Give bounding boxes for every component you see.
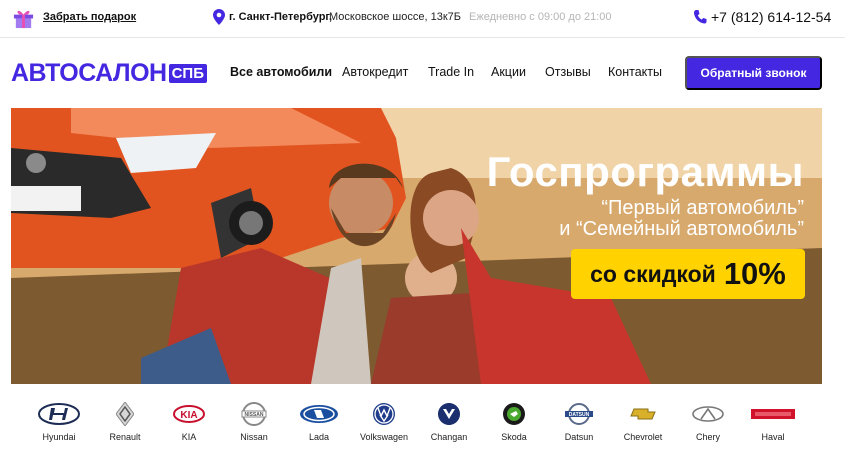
brand-name: Chery [695, 432, 720, 442]
kia-logo-icon: KIA [173, 405, 205, 423]
gift-link[interactable]: Забрать подарок [43, 11, 136, 23]
brand-kia[interactable]: KIA KIA [159, 400, 219, 442]
hero-banner[interactable]: Госпрограммы “Первый автомобиль” и “Семе… [11, 108, 822, 384]
brand-name: Haval [761, 432, 785, 442]
discount-badge: со скидкой 10% [571, 249, 805, 299]
nav-promotions[interactable]: Акции [491, 65, 526, 79]
hyundai-logo-icon [38, 403, 80, 425]
logo-text: АВТОСАЛОН [11, 59, 167, 87]
brand-datsun[interactable]: DATSUN Datsun [549, 400, 609, 442]
nissan-logo-icon: NISSAN [241, 402, 267, 426]
callback-button[interactable]: Обратный звонок [685, 56, 822, 90]
discount-text: со скидкой [590, 260, 716, 287]
changan-logo-icon [438, 403, 460, 425]
brand-name: Skoda [501, 432, 527, 442]
gift-icon[interactable] [12, 6, 35, 29]
phone-icon [693, 10, 707, 24]
svg-text:NISSAN: NISSAN [245, 412, 264, 418]
brand-lada[interactable]: Lada [289, 400, 349, 442]
address-label: Московское шоссе, 13к7Б [329, 11, 461, 23]
brand-chery[interactable]: Chery [678, 400, 738, 442]
brand-name: Renault [109, 432, 141, 442]
brand-hyundai[interactable]: Hyundai [29, 400, 89, 442]
hero-subtitle-line2: и “Семейный автомобиль” [559, 218, 804, 240]
brand-name: Datsun [564, 432, 594, 442]
nav-trade-in[interactable]: Trade In [428, 65, 474, 79]
brand-name: Volkswagen [359, 432, 409, 442]
brand-name: Chevrolet [623, 432, 663, 442]
brand-name: Changan [430, 432, 468, 442]
top-bar: Забрать подарок г. Санкт-Петербург, Моск… [0, 0, 845, 38]
nav-reviews[interactable]: Отзывы [545, 65, 591, 79]
discount-value: 10% [723, 256, 786, 291]
brand-haval[interactable]: Haval [743, 400, 803, 442]
brand-chevrolet[interactable]: Chevrolet [613, 400, 673, 442]
city-label: г. Санкт-Петербург, [229, 11, 333, 23]
renault-logo-icon [116, 402, 134, 426]
hero-title: Госпрограммы [486, 148, 804, 195]
brand-name: Lada [308, 432, 330, 442]
nav-credit[interactable]: Автокредит [342, 65, 408, 79]
hero-subtitle-line1: “Первый автомобиль” [601, 197, 804, 219]
skoda-logo-icon [503, 403, 525, 425]
volkswagen-logo-icon [373, 403, 395, 425]
datsun-logo-icon: DATSUN [565, 403, 593, 425]
svg-text:DATSUN: DATSUN [569, 412, 590, 418]
lada-logo-icon [300, 405, 338, 423]
phone-number[interactable]: +7 (812) 614-12-54 [711, 9, 831, 25]
svg-text:KIA: KIA [180, 410, 197, 421]
brand-name: Hyundai [42, 432, 76, 442]
brand-nissan[interactable]: NISSAN Nissan [224, 400, 284, 442]
nav-all-cars[interactable]: Все автомобили [230, 65, 332, 79]
nav-contacts[interactable]: Контакты [608, 65, 662, 79]
brand-volkswagen[interactable]: Volkswagen [354, 400, 414, 442]
working-hours: Ежедневно с 09:00 до 21:00 [469, 11, 612, 23]
brand-renault[interactable]: Renault [95, 400, 155, 442]
brand-name: KIA [181, 432, 197, 442]
brand-changan[interactable]: Changan [419, 400, 479, 442]
location-pin-icon [213, 9, 225, 25]
haval-logo-icon [751, 409, 795, 419]
chery-logo-icon [692, 406, 724, 422]
brand-name: Nissan [240, 432, 268, 442]
chevrolet-logo-icon [630, 408, 656, 420]
brand-skoda[interactable]: Skoda [484, 400, 544, 442]
logo-tag: СПБ [168, 63, 207, 83]
site-logo[interactable]: АВТОСАЛОН СПБ [11, 59, 207, 87]
